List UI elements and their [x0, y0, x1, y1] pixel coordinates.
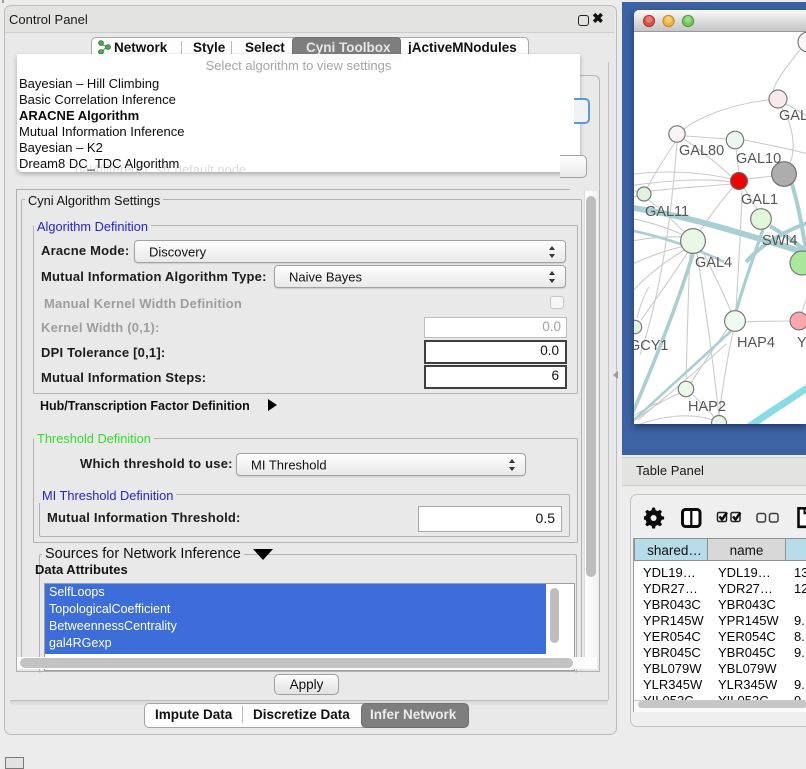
svg-text:Y: Y	[797, 335, 806, 351]
svg-text:HAP4: HAP4	[737, 335, 775, 351]
svg-text:GAL1: GAL1	[741, 192, 778, 208]
svg-text:GAL10: GAL10	[736, 151, 781, 167]
svg-text:SWI4: SWI4	[762, 233, 797, 249]
svg-text:GAL80: GAL80	[679, 143, 724, 159]
svg-text:GAL11: GAL11	[645, 204, 689, 220]
svg-text:HAP2: HAP2	[688, 399, 726, 415]
svg-text:GAL4: GAL4	[695, 255, 732, 271]
svg-text:GAL7: GAL7	[779, 108, 806, 124]
svg-text:GCY1: GCY1	[634, 338, 669, 354]
